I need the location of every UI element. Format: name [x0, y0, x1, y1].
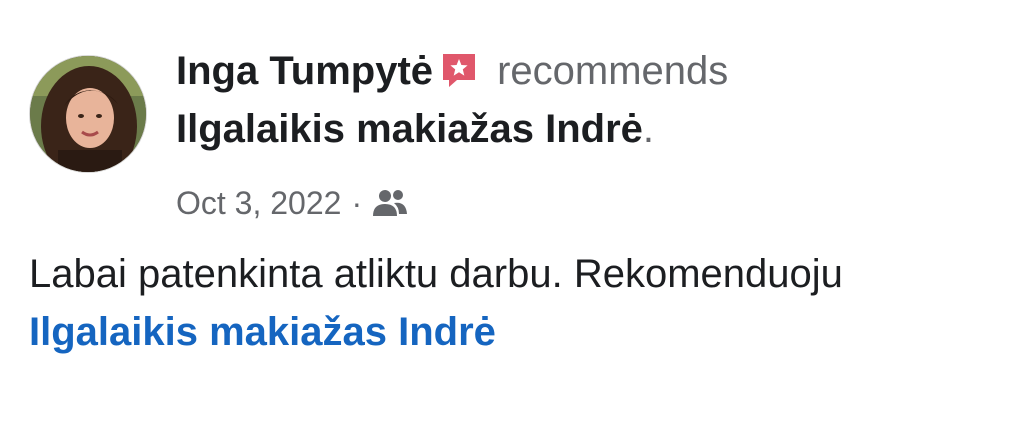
post-body: Labai patenkinta atliktu darbu. Rekomend…	[29, 252, 843, 296]
header-line-2: Ilgalaikis makiažas Indrė.	[176, 103, 1006, 155]
author-name[interactable]: Inga Tumpytė	[176, 49, 433, 93]
post-header: Inga Tumpytė recommends Ilgalaikis makiaž…	[176, 45, 1006, 223]
post-meta: Oct 3, 2022 ·	[176, 183, 1006, 223]
profile-photo	[30, 56, 146, 172]
tagged-page-link[interactable]: Ilgalaikis makiažas Indrė	[29, 306, 496, 358]
recommendation-post: Inga Tumpytė recommends Ilgalaikis makiaž…	[0, 0, 1024, 448]
avatar[interactable]	[29, 55, 147, 173]
header-line: Inga Tumpytė recommends	[176, 45, 1006, 97]
recommends-text: recommends	[497, 49, 729, 93]
recommend-star-icon	[439, 50, 479, 90]
friends-icon[interactable]	[372, 187, 408, 217]
separator: ·	[351, 185, 363, 221]
page-name[interactable]: Ilgalaikis makiažas Indrė	[176, 107, 643, 151]
post-date[interactable]: Oct 3, 2022	[176, 185, 341, 221]
period: .	[642, 107, 655, 151]
